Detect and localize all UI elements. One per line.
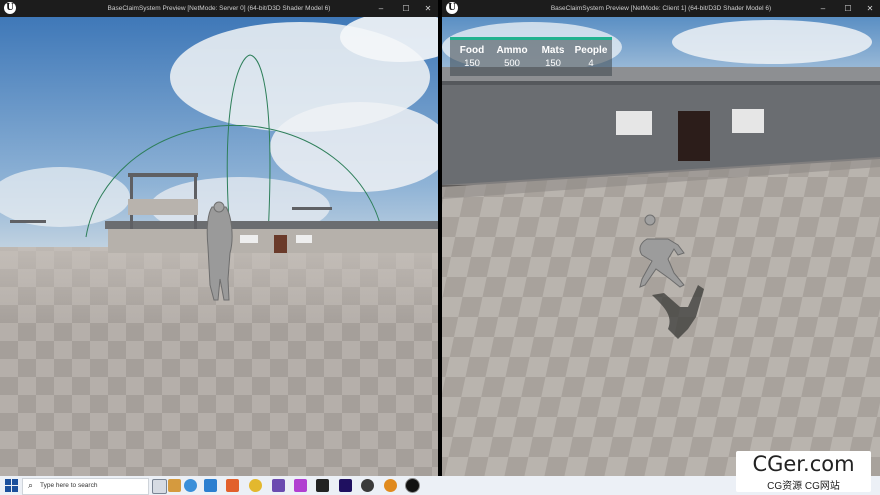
widget-icon[interactable]	[168, 479, 181, 492]
watermark: CGer.com CG资源 CG网站	[736, 451, 871, 492]
hud-ammo-label: Ammo	[496, 45, 528, 56]
search-placeholder: Type here to search	[40, 482, 98, 489]
close-button[interactable]: ✕	[418, 0, 438, 17]
close-button[interactable]: ✕	[860, 0, 880, 17]
chrome-icon[interactable]	[249, 479, 262, 492]
hud-ammo: Ammo 500	[492, 45, 532, 69]
client-window: U BaseClaimSystem Preview [NetMode: Clie…	[442, 0, 880, 476]
terminal-icon[interactable]	[316, 479, 329, 492]
server-titlebar[interactable]: U BaseClaimSystem Preview [NetMode: Serv…	[0, 0, 438, 17]
blender-icon[interactable]	[384, 479, 397, 492]
watermark-line2: CG资源 CG网站	[767, 481, 840, 492]
minimize-button[interactable]: –	[371, 0, 391, 17]
server-window: U BaseClaimSystem Preview [NetMode: Serv…	[0, 0, 438, 476]
search-icon: ⌕	[28, 480, 34, 490]
minimize-button[interactable]: –	[813, 0, 833, 17]
edge-icon[interactable]	[184, 479, 197, 492]
server-viewport[interactable]	[0, 17, 438, 476]
app-icon[interactable]	[272, 479, 285, 492]
hud-mats-label: Mats	[541, 45, 565, 56]
vscode-icon[interactable]	[204, 479, 217, 492]
task-view-icon[interactable]	[152, 479, 167, 494]
premiere-icon[interactable]	[339, 479, 352, 492]
hud-people: People 4	[572, 45, 610, 69]
hud-ammo-value: 500	[504, 58, 520, 69]
archive-icon[interactable]	[226, 479, 239, 492]
resource-hud: Food 150 Ammo 500 Mats 150 People 4	[450, 37, 612, 76]
taskbar-search-input[interactable]: ⌕ Type here to search	[22, 478, 149, 495]
unity-icon[interactable]	[361, 479, 374, 492]
unreal-icon[interactable]	[406, 479, 419, 492]
hud-food-label: Food	[459, 45, 485, 56]
hud-mats-value: 150	[545, 58, 561, 69]
server-scene	[0, 17, 438, 476]
rider-icon[interactable]	[294, 479, 307, 492]
maximize-button[interactable]: ☐	[396, 0, 416, 17]
maximize-button[interactable]: ☐	[838, 0, 858, 17]
hud-food: Food 150	[454, 45, 490, 69]
hud-mats: Mats 150	[535, 45, 571, 69]
hud-food-value: 150	[464, 58, 480, 69]
windows-logo-icon[interactable]	[4, 478, 19, 493]
watermark-line1: CGer.com	[752, 452, 855, 476]
hud-people-label: People	[574, 45, 608, 56]
client-scene	[442, 17, 880, 476]
client-titlebar[interactable]: U BaseClaimSystem Preview [NetMode: Clie…	[442, 0, 880, 17]
client-viewport[interactable]: Food 150 Ammo 500 Mats 150 People 4	[442, 17, 880, 476]
hud-people-value: 4	[588, 58, 594, 69]
